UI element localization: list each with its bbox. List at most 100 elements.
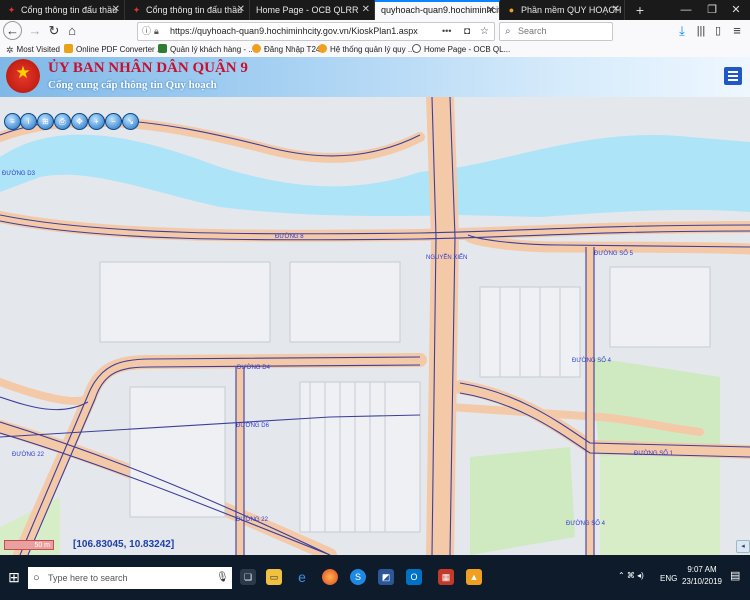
close-icon[interactable]: ✕ bbox=[612, 0, 620, 20]
navigation-toolbar: ← → ↻ ⌂ ⓘ 🔒︎ https://quyhoach-quan9.hoch… bbox=[0, 20, 750, 43]
bookmarks-toolbar: ✲ Most Visited Online PDF Converter ... Q… bbox=[0, 42, 750, 58]
planning-map[interactable]: ĐƯỜNG 8 NGUYỄN XIỂN ĐƯỜNG SỐ 5 ĐƯỜNG SỐ … bbox=[0, 97, 750, 555]
window-close-icon[interactable]: ✕ bbox=[722, 0, 750, 20]
bookmark-quan-ly-khach-hang[interactable]: Quản lý khách hàng - ... bbox=[158, 42, 255, 57]
sidebar-icon[interactable]: ▯ bbox=[708, 21, 728, 41]
street-label: ĐƯỜNG D4 bbox=[237, 364, 271, 371]
taskbar-clock[interactable]: 9:07 AM 23/10/2019 bbox=[680, 564, 724, 588]
zoom-in-icon[interactable]: + bbox=[88, 113, 105, 130]
bookmark-dang-nhap-t24[interactable]: Đăng Nhập T24 bbox=[252, 42, 320, 57]
back-icon[interactable]: ← bbox=[3, 21, 22, 40]
map-canvas[interactable]: ĐƯỜNG 8 NGUYỄN XIỂN ĐƯỜNG SỐ 5 ĐƯỜNG SỐ … bbox=[0, 97, 750, 555]
windows-taskbar: ⊞ ○ Type here to search 🎙︎ ❏ ▭ e S ◩ O ▦… bbox=[0, 555, 750, 600]
system-tray-icons[interactable]: ⌃ ⌘ ◂) bbox=[618, 571, 644, 580]
close-icon[interactable]: ✕ bbox=[237, 0, 245, 20]
gear-icon: ✲ bbox=[6, 45, 14, 55]
tab-favicon-icon: ● bbox=[508, 5, 515, 15]
map-corner-toggle-icon[interactable]: ◂ bbox=[736, 540, 750, 553]
street-label: ĐƯỜNG 22 bbox=[236, 516, 269, 523]
measure-icon[interactable]: ⊞ bbox=[37, 113, 54, 130]
bookmark-online-pdf[interactable]: Online PDF Converter ... bbox=[64, 42, 164, 57]
minimize-icon[interactable]: — bbox=[672, 0, 700, 20]
street-label: ĐƯỜNG D3 bbox=[2, 170, 36, 177]
zoom-out-icon[interactable]: − bbox=[105, 113, 122, 130]
edge-browser-icon[interactable]: e bbox=[294, 569, 310, 585]
download-icon[interactable]: ⤓ bbox=[672, 21, 692, 41]
search-icon: ○ bbox=[33, 572, 40, 584]
close-icon[interactable]: ✕ bbox=[112, 0, 120, 20]
search-input[interactable]: ⌕ Search bbox=[499, 22, 613, 41]
scale-bar: 50 m bbox=[4, 540, 54, 550]
home-icon[interactable]: ⌂ bbox=[62, 21, 82, 41]
file-explorer-icon[interactable]: ▭ bbox=[266, 569, 282, 585]
windows-start-icon[interactable]: ⊞ bbox=[0, 555, 28, 600]
tab-home-page-ocb[interactable]: Home Page - OCB QLRR ✕ bbox=[250, 0, 375, 20]
forward-icon[interactable]: → bbox=[25, 21, 45, 41]
tab-label: Cổng thông tin đấu thầu bbox=[21, 5, 118, 15]
page-actions-button[interactable]: ••• bbox=[442, 23, 451, 40]
clock-date: 23/10/2019 bbox=[681, 577, 723, 586]
address-bar[interactable]: ⓘ 🔒︎ https://quyhoach-quan9.hochiminhcit… bbox=[137, 22, 495, 41]
tab-label: Phần mềm QUY HOẠCH QU bbox=[521, 5, 624, 15]
pan-icon[interactable]: ✥ bbox=[71, 113, 88, 130]
tab-cong-thong-tin-1[interactable]: ✦ Cổng thông tin đấu thầu ✕ bbox=[0, 0, 125, 20]
bookmark-he-thong-quan-ly[interactable]: Hệ thống quản lý quy ... bbox=[318, 42, 415, 57]
street-label: ĐƯỜNG SỐ 4 bbox=[572, 357, 612, 364]
site-menu-button[interactable] bbox=[724, 67, 742, 85]
new-tab-button[interactable]: + bbox=[626, 0, 654, 20]
street-label: ĐƯỜNG 22 bbox=[12, 451, 45, 458]
browser-tab-strip: ✦ Cổng thông tin đấu thầu ✕ ✦ Cổng thông ti… bbox=[0, 0, 750, 20]
pocket-icon[interactable]: ◘ bbox=[464, 23, 470, 40]
street-label: ĐƯỜNG SỐ 5 bbox=[594, 250, 634, 257]
bookmark-most-visited[interactable]: ✲ Most Visited bbox=[6, 42, 60, 57]
info-icon[interactable]: i bbox=[20, 113, 37, 130]
tab-cong-thong-tin-2[interactable]: ✦ Cổng thông tin đấu thầu ✕ bbox=[125, 0, 250, 20]
tab-label: Home Page - OCB QLRR bbox=[256, 5, 359, 15]
tab-phan-mem-quy-hoach[interactable]: ● Phần mềm QUY HOẠCH QU✕ bbox=[500, 0, 625, 20]
coordinate-readout: [106.83045, 10.83242] bbox=[73, 539, 175, 550]
close-icon[interactable]: ✕ bbox=[362, 0, 370, 20]
bookmark-star-icon[interactable]: ☆ bbox=[480, 23, 489, 40]
print-icon[interactable]: ⎙ bbox=[54, 113, 71, 130]
clock-time: 9:07 AM bbox=[687, 565, 717, 574]
language-indicator[interactable]: ENG bbox=[660, 574, 677, 583]
lock-icon: 🔒︎ bbox=[154, 26, 159, 36]
skype-icon[interactable]: S bbox=[350, 569, 366, 585]
pdf-icon bbox=[64, 44, 73, 53]
street-label: NGUYỄN XIỂN bbox=[426, 254, 467, 261]
tab-label: Cổng thông tin đấu thầu bbox=[146, 5, 243, 15]
tab-quyhoach-active[interactable]: quyhoach-quan9.hochiminhcity ✕ bbox=[375, 0, 500, 20]
microphone-icon[interactable]: 🎙︎ bbox=[216, 567, 229, 589]
site-header: ★ ỦY BAN NHÂN DÂN QUẬN 9 Cổng cung cấp t… bbox=[0, 57, 750, 97]
tab-label: quyhoach-quan9.hochiminhcity bbox=[381, 5, 500, 15]
notifications-icon[interactable]: ▤ bbox=[730, 569, 740, 582]
outlook-icon[interactable]: O bbox=[406, 569, 422, 585]
app-icon[interactable]: ◩ bbox=[378, 569, 394, 585]
ruler-icon[interactable]: ↘ bbox=[122, 113, 139, 130]
bookmark-home-page-ocb[interactable]: Home Page - OCB QL... bbox=[412, 42, 510, 57]
globe-icon bbox=[318, 44, 327, 53]
url-text: https://quyhoach-quan9.hochiminhcity.gov… bbox=[170, 26, 418, 36]
task-view-icon[interactable]: ❏ bbox=[240, 569, 256, 585]
info-icon[interactable]: ⓘ bbox=[142, 23, 151, 40]
close-icon[interactable]: ✕ bbox=[487, 2, 495, 19]
firefox-icon[interactable] bbox=[322, 569, 338, 585]
globe-icon bbox=[252, 44, 261, 53]
street-label: ĐƯỜNG SỐ 4 bbox=[566, 520, 606, 527]
reload-icon[interactable]: ↻ bbox=[44, 21, 64, 41]
fo-icon bbox=[158, 44, 167, 53]
hamburger-menu-icon[interactable]: ≡ bbox=[727, 21, 747, 41]
page-subtitle: Cổng cung cấp thông tin Quy hoạch bbox=[48, 79, 217, 91]
street-label: ĐƯỜNG D6 bbox=[236, 422, 270, 429]
taskbar-search-input[interactable]: ○ Type here to search 🎙︎ bbox=[28, 567, 232, 589]
search-icon: ⌕ bbox=[505, 26, 511, 37]
tab-favicon-icon: ✦ bbox=[7, 5, 16, 15]
layers-icon[interactable]: ≡ bbox=[4, 113, 21, 130]
search-placeholder: Search bbox=[518, 26, 547, 36]
app-icon[interactable]: ▲ bbox=[466, 569, 482, 585]
national-emblem-logo: ★ bbox=[6, 59, 40, 93]
street-label: ĐƯỜNG SỐ 1 bbox=[634, 450, 674, 457]
street-label: ĐƯỜNG 8 bbox=[275, 233, 304, 240]
page-title: ỦY BAN NHÂN DÂN QUẬN 9 bbox=[48, 60, 248, 76]
app-icon[interactable]: ▦ bbox=[438, 569, 454, 585]
